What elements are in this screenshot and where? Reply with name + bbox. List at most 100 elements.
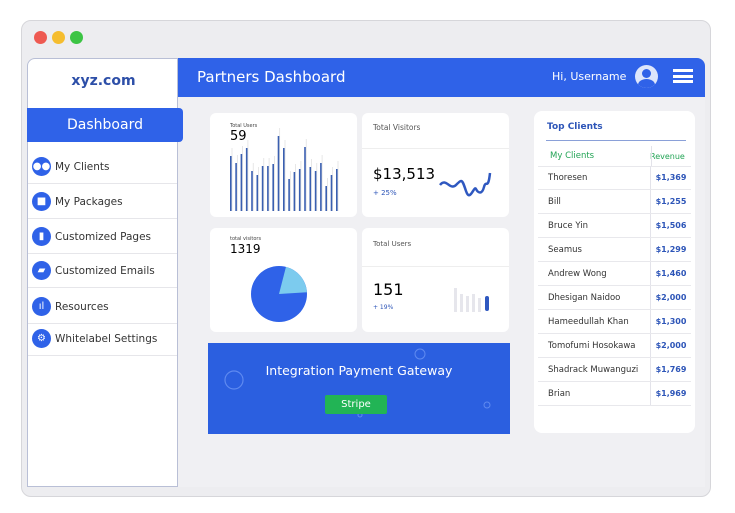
- wave-sparkline: [439, 172, 492, 197]
- total-visitors-card: Total Visitors $13,513 + 25%: [362, 113, 509, 217]
- table-row[interactable]: Shadrack Muwanguzi $1,769: [538, 358, 691, 382]
- table-row[interactable]: Brian $1,969: [538, 382, 691, 406]
- client-revenue: $1,506: [655, 221, 687, 230]
- bar: [288, 179, 290, 211]
- client-revenue: $1,969: [655, 389, 687, 398]
- avatar-icon[interactable]: [635, 65, 658, 88]
- bar: [230, 156, 232, 211]
- table-row[interactable]: Bill $1,255: [538, 190, 691, 214]
- total-visitors-pie-card: total visitors 1319: [210, 228, 357, 332]
- chart-icon: ıl: [32, 297, 51, 316]
- bar: [235, 163, 237, 211]
- card-value: $13,513: [373, 165, 436, 183]
- menu-icon[interactable]: [673, 69, 693, 83]
- bar: [330, 175, 333, 211]
- client-revenue: $1,460: [655, 269, 687, 278]
- bar: [267, 166, 269, 211]
- table-row[interactable]: Tomofumi Hosokawa $2,000: [538, 334, 691, 358]
- client-revenue: $1,369: [655, 173, 687, 182]
- header: Partners Dashboard Hi, Username: [178, 58, 705, 97]
- bar: [261, 166, 264, 211]
- package-icon: ■: [32, 192, 51, 211]
- table-row[interactable]: Bruce Yin $1,506: [538, 214, 691, 238]
- client-revenue: $1,255: [655, 197, 687, 206]
- users-icon: ●●: [32, 157, 51, 176]
- client-name: Thoresen: [538, 166, 651, 189]
- top-clients-title: Top Clients: [547, 122, 603, 132]
- email-icon: ▰: [32, 261, 51, 280]
- bar: [325, 186, 327, 211]
- bar: [283, 148, 285, 211]
- table-row[interactable]: Hameedullah Khan $1,300: [538, 310, 691, 334]
- decorative-circles: [224, 348, 491, 418]
- page-icon: ▮: [32, 227, 51, 246]
- client-name: Dhesigan Naidoo: [538, 286, 651, 309]
- client-name: Shadrack Muwanguzi: [538, 358, 651, 381]
- sidebar-item-label: Resources: [55, 300, 109, 313]
- client-name: Andrew Wong: [538, 262, 651, 285]
- close-window-button[interactable]: [34, 31, 47, 44]
- bar: [245, 148, 248, 211]
- sidebar-item-label: My Clients: [55, 160, 110, 173]
- bar: [272, 164, 274, 211]
- integration-banner: Integration Payment Gateway Stripe: [208, 343, 510, 434]
- sidebar-item-my-clients[interactable]: ●● My Clients: [28, 150, 177, 184]
- card-value: 1319: [230, 242, 261, 256]
- sidebar-item-customized-pages[interactable]: ▮ Customized Pages: [28, 220, 177, 254]
- client-revenue: $1,769: [655, 365, 687, 374]
- bar: [298, 169, 301, 211]
- sidebar-item-whitelabel-settings[interactable]: ⚙ Whitelabel Settings: [28, 322, 177, 356]
- bar: [293, 172, 296, 211]
- bar: [309, 167, 312, 211]
- client-name: Bruce Yin: [538, 214, 651, 237]
- mini-bar-chart: [454, 288, 489, 312]
- user-greeting: Hi, Username: [552, 70, 627, 83]
- total-users-card: Total Users 59: [210, 113, 357, 217]
- bar: [320, 163, 322, 211]
- client-name: Tomofumi Hosokawa: [538, 334, 651, 357]
- bar: [314, 171, 317, 211]
- table-row[interactable]: Andrew Wong $1,460: [538, 262, 691, 286]
- sidebar-item-label: Whitelabel Settings: [55, 332, 158, 345]
- card-label: Total Users: [373, 240, 412, 248]
- sidebar-item-dashboard[interactable]: Dashboard: [27, 108, 183, 142]
- sidebar-item-customized-emails[interactable]: ▰ Customized Emails: [28, 254, 177, 288]
- bar: [277, 136, 280, 211]
- client-revenue: $1,299: [655, 245, 687, 254]
- client-revenue: $2,000: [655, 341, 687, 350]
- bar: [256, 175, 259, 211]
- bar: [240, 154, 243, 211]
- table-row[interactable]: Seamus $1,299: [538, 238, 691, 262]
- client-name: Brian: [538, 382, 651, 405]
- pie-chart: [251, 266, 307, 322]
- client-name: Bill: [538, 190, 651, 213]
- table-row[interactable]: Dhesigan Naidoo $2,000: [538, 286, 691, 310]
- gear-icon: ⚙: [32, 329, 51, 348]
- stripe-button[interactable]: Stripe: [325, 395, 387, 414]
- card-change: + 25%: [373, 189, 397, 197]
- sidebar-item-label: Customized Emails: [55, 264, 155, 277]
- minimize-window-button[interactable]: [52, 31, 65, 44]
- card-label: Total Visitors: [373, 123, 421, 132]
- sidebar-item-resources[interactable]: ıl Resources: [28, 290, 177, 324]
- bar-sparkline: [230, 128, 339, 211]
- table-row[interactable]: Thoresen $1,369: [538, 166, 691, 190]
- maximize-window-button[interactable]: [70, 31, 83, 44]
- sidebar-item-my-packages[interactable]: ■ My Packages: [28, 185, 177, 219]
- banner-title: Integration Payment Gateway: [265, 363, 453, 378]
- top-clients-card: Top Clients My Clients Revenue Thoresen $…: [534, 111, 695, 433]
- logo: xyz.com: [71, 73, 136, 89]
- page-title: Partners Dashboard: [197, 68, 346, 86]
- client-revenue: $1,300: [655, 317, 687, 326]
- sidebar-item-label: Customized Pages: [55, 230, 152, 243]
- sidebar-item-label: My Packages: [55, 195, 123, 208]
- total-users-card-2: Total Users 151 + 19%: [362, 228, 509, 332]
- card-value: 151: [373, 280, 404, 299]
- card-change: + 19%: [373, 304, 394, 311]
- column-header-clients: My Clients: [550, 151, 595, 161]
- client-name: Seamus: [538, 238, 651, 261]
- client-name: Hameedullah Khan: [538, 310, 651, 333]
- bar: [304, 147, 306, 211]
- bar: [251, 171, 253, 211]
- client-revenue: $2,000: [655, 293, 687, 302]
